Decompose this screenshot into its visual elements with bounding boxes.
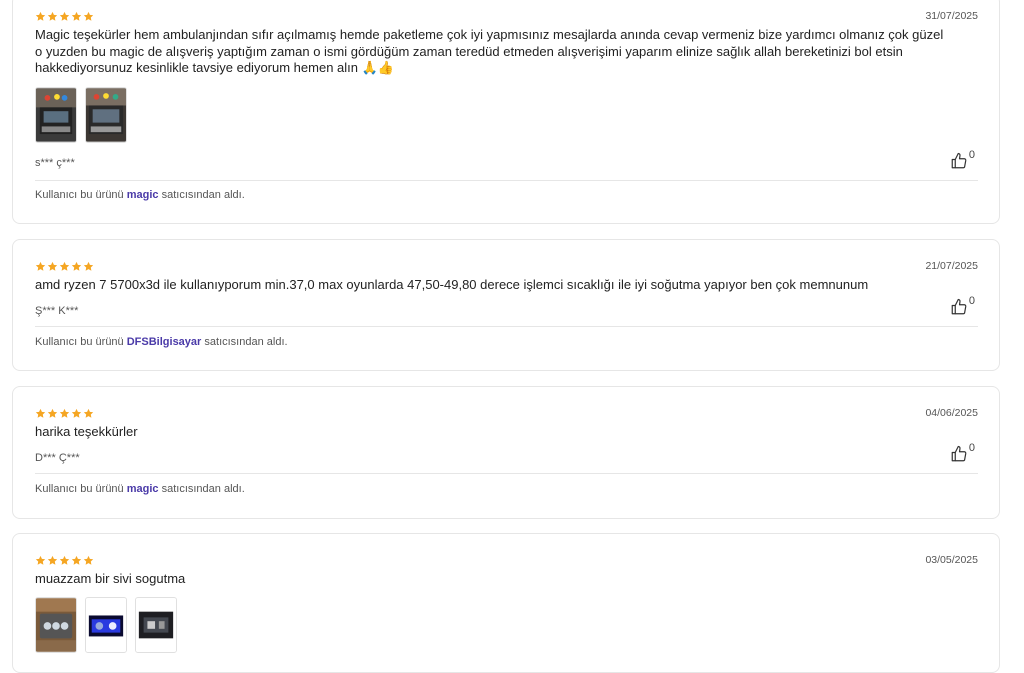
- star-icon: [35, 408, 46, 419]
- review-card: 04/06/2025 harika teşekkürler D*** Ç*** …: [12, 386, 1000, 519]
- like-button[interactable]: 0: [950, 442, 975, 463]
- seller-info: Kullanıcı bu ürünü magic satıcısından al…: [35, 483, 245, 495]
- star-icon: [71, 11, 82, 22]
- seller-info: Kullanıcı bu ürünü DFSBilgisayar satıcıs…: [35, 336, 288, 348]
- seller-suffix: satıcısından aldı.: [161, 483, 245, 495]
- divider: [35, 473, 978, 474]
- like-count: 0: [968, 442, 975, 454]
- seller-prefix: Kullanıcı bu ürünü: [35, 189, 124, 201]
- like-button[interactable]: 0: [950, 295, 975, 316]
- like-count: 0: [968, 295, 975, 307]
- star-icon: [83, 408, 94, 419]
- star-icon: [35, 555, 46, 566]
- thumbs-up-icon: [950, 298, 968, 316]
- review-card: 31/07/2025 Magic teşekürler hem ambulanj…: [12, 0, 1000, 224]
- review-date: 04/06/2025: [925, 407, 978, 419]
- star-rating: [35, 555, 94, 566]
- star-icon: [71, 408, 82, 419]
- review-text: amd ryzen 7 5700x3d ile kullanıyporum mi…: [35, 277, 869, 292]
- reviewer-name: Ş*** K***: [35, 305, 79, 317]
- star-icon: [71, 261, 82, 272]
- star-icon: [59, 11, 70, 22]
- seller-link[interactable]: magic: [127, 483, 159, 495]
- star-rating: [35, 261, 94, 272]
- seller-info: Kullanıcı bu ürünü magic satıcısından al…: [35, 189, 245, 201]
- star-icon: [47, 555, 58, 566]
- review-date: 31/07/2025: [925, 10, 978, 22]
- seller-link[interactable]: magic: [127, 189, 159, 201]
- review-date: 03/05/2025: [925, 554, 978, 566]
- seller-prefix: Kullanıcı bu ürünü: [35, 336, 124, 348]
- star-icon: [47, 408, 58, 419]
- like-button[interactable]: 0: [950, 149, 975, 170]
- star-icon: [59, 408, 70, 419]
- seller-prefix: Kullanıcı bu ürünü: [35, 483, 124, 495]
- review-photos: [35, 87, 127, 143]
- thumbs-up-icon: [950, 152, 968, 170]
- reviewer-name: s*** ç***: [35, 157, 75, 169]
- review-photo[interactable]: [35, 597, 77, 653]
- review-photo[interactable]: [35, 87, 77, 143]
- review-photos: [35, 597, 177, 653]
- review-photo[interactable]: [135, 597, 177, 653]
- reviewer-name: D*** Ç***: [35, 452, 80, 464]
- review-text: Magic teşekürler hem ambulanjından sıfır…: [35, 27, 944, 75]
- star-rating: [35, 408, 94, 419]
- divider: [35, 180, 978, 181]
- star-rating: [35, 11, 94, 22]
- review-text: muazzam bir sivi sogutma: [35, 571, 186, 586]
- star-icon: [83, 555, 94, 566]
- star-icon: [35, 11, 46, 22]
- review-photo[interactable]: [85, 87, 127, 143]
- star-icon: [59, 261, 70, 272]
- seller-link[interactable]: DFSBilgisayar: [127, 336, 202, 348]
- review-text: harika teşekkürler: [35, 424, 138, 439]
- review-photo[interactable]: [85, 597, 127, 653]
- seller-suffix: satıcısından aldı.: [161, 189, 245, 201]
- star-icon: [59, 555, 70, 566]
- divider: [35, 326, 978, 327]
- star-icon: [35, 261, 46, 272]
- star-icon: [83, 261, 94, 272]
- review-card: 21/07/2025 amd ryzen 7 5700x3d ile kulla…: [12, 239, 1000, 371]
- thumbs-up-icon: [950, 445, 968, 463]
- seller-suffix: satıcısından aldı.: [204, 336, 288, 348]
- review-card: 03/05/2025 muazzam bir sivi sogutma: [12, 533, 1000, 673]
- star-icon: [83, 11, 94, 22]
- like-count: 0: [968, 149, 975, 161]
- star-icon: [71, 555, 82, 566]
- review-date: 21/07/2025: [925, 260, 978, 272]
- star-icon: [47, 11, 58, 22]
- star-icon: [47, 261, 58, 272]
